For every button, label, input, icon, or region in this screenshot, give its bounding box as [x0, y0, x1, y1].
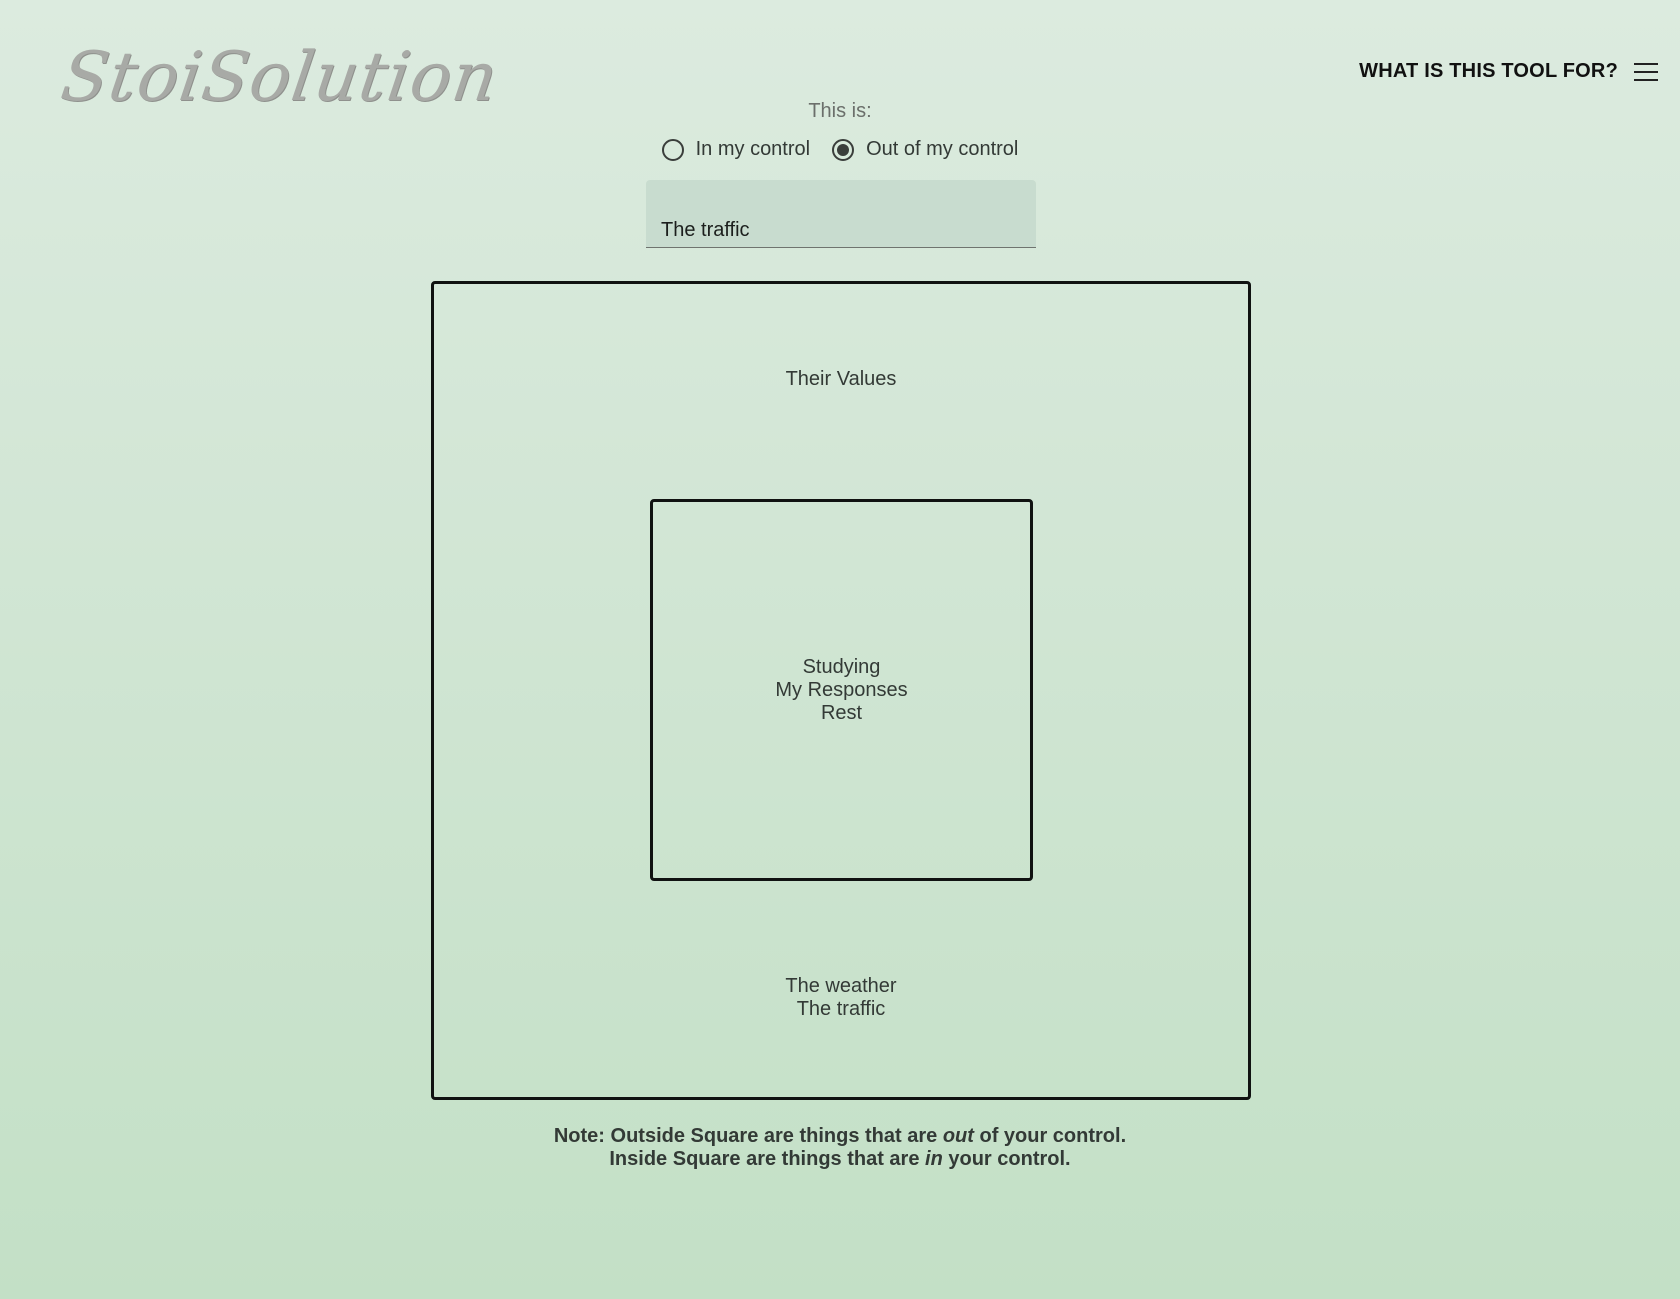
outer-square-items-top: Their Values [431, 368, 1251, 391]
item-text-input[interactable] [646, 180, 1036, 248]
inner-item: Rest [820, 701, 863, 724]
note-line-2-suffix: your control. [942, 1148, 1071, 1170]
outer-item: The traffic [796, 998, 886, 1020]
outer-item: Their Values [785, 368, 897, 390]
control-radio-group: In my control Out of my control [0, 138, 1680, 161]
inner-item: Studying [802, 655, 881, 678]
top-navigation: WHAT IS THIS TOOL FOR? [1359, 60, 1658, 83]
radio-dot [837, 143, 850, 156]
inner-square-items: Studying My Responses Rest [775, 656, 907, 725]
note-line-2: Inside Square are things that are in you… [0, 1148, 1680, 1171]
radio-unselected-icon[interactable] [661, 138, 684, 161]
radio-label-in-my-control: In my control [695, 138, 811, 160]
radio-in-my-control[interactable]: In my control [661, 138, 811, 161]
note-line-1: Note: Outside Square are things that are… [0, 1125, 1680, 1148]
inner-item: My Responses [775, 678, 908, 701]
outer-square-items-bottom: The weather The traffic [431, 975, 1251, 1021]
outer-item: The weather [785, 975, 897, 997]
note-line-1-emphasis: out [942, 1125, 974, 1147]
note-line-2-emphasis: in [925, 1148, 943, 1170]
control-prompt-label: This is: [808, 100, 872, 122]
radio-label-out-of-my-control: Out of my control [866, 138, 1019, 160]
radio-selected-icon[interactable] [832, 138, 855, 161]
note-line-1-prefix: Note: Outside Square are things that are [553, 1125, 943, 1147]
radio-out-of-my-control[interactable]: Out of my control [832, 138, 1018, 161]
menu-icon-bar [1634, 78, 1658, 81]
note-line-1-suffix: of your control. [973, 1125, 1127, 1147]
note-line-2-prefix: Inside Square are things that are [609, 1148, 926, 1170]
menu-icon-bar [1634, 70, 1658, 73]
menu-icon-bar [1634, 62, 1658, 65]
what-is-this-tool-for-link[interactable]: WHAT IS THIS TOOL FOR? [1359, 60, 1618, 83]
inner-square-in-control: Studying My Responses Rest [650, 499, 1033, 881]
hamburger-menu-icon[interactable] [1634, 62, 1658, 81]
note-text: Note: Outside Square are things that are… [0, 1125, 1680, 1171]
